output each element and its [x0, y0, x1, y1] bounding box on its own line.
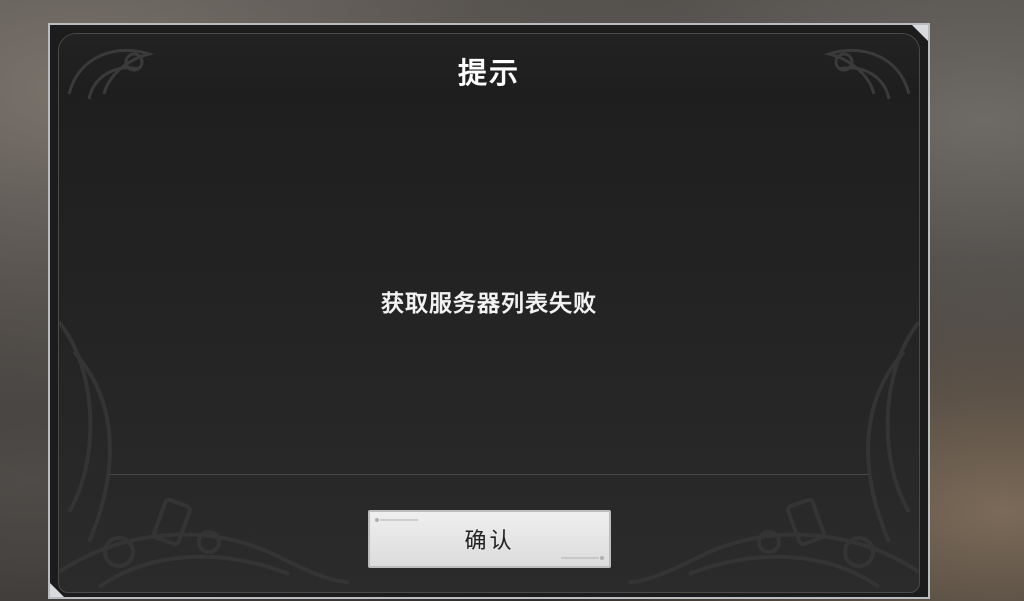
- dialog-panel: 提示 获取服务器列表失败 确认: [58, 33, 920, 593]
- dialog-title: 提示: [457, 56, 520, 90]
- ornament-top-right-icon: [823, 48, 911, 100]
- button-corner-line-icon: [375, 518, 418, 522]
- ornament-bottom-left-icon: [59, 320, 349, 589]
- confirm-button[interactable]: 确认: [368, 510, 611, 568]
- confirm-button-label: 确认: [464, 529, 515, 554]
- ornament-top-left-icon: [67, 48, 155, 100]
- divider: [109, 474, 869, 475]
- button-corner-line-icon: [561, 556, 604, 560]
- dialog-header: 提示: [59, 34, 919, 96]
- dialog-message: 获取服务器列表失败: [381, 291, 597, 317]
- alert-dialog: 提示 获取服务器列表失败 确认: [48, 23, 930, 599]
- ornament-bottom-right-icon: [629, 320, 919, 589]
